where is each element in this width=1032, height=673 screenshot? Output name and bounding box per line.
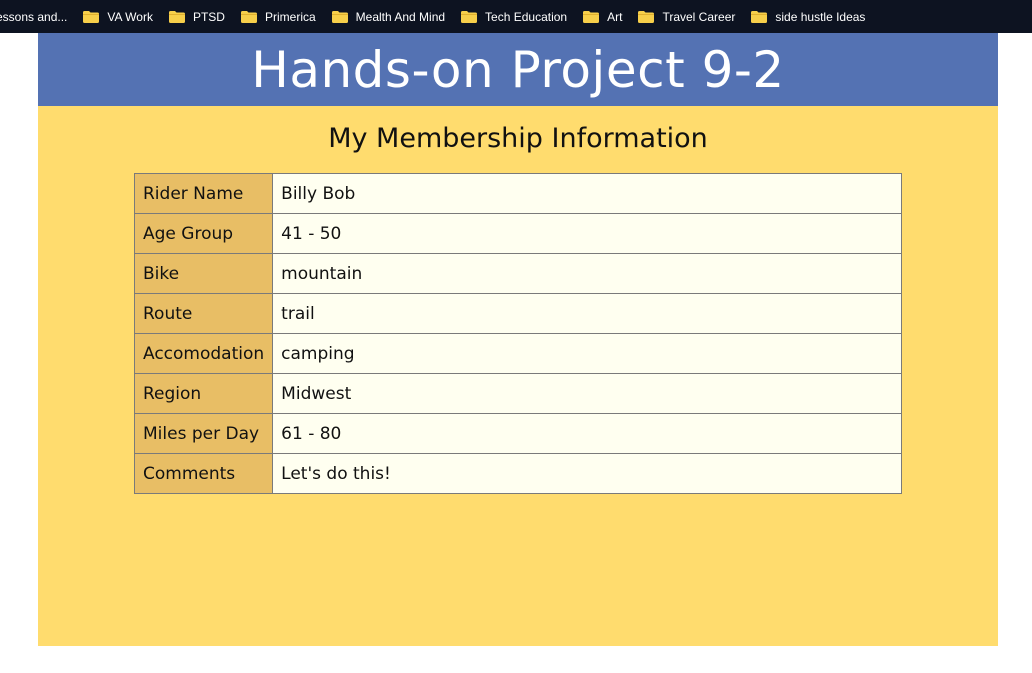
bookmark-folder-primerica[interactable]: Primerica <box>233 0 324 33</box>
table-row: Rider Name Billy Bob <box>133 173 902 214</box>
field-label: Route <box>133 293 274 334</box>
field-value: mountain <box>272 253 902 294</box>
bookmark-folder-tech-education[interactable]: Tech Education <box>453 0 575 33</box>
field-value: Billy Bob <box>272 173 902 214</box>
page-header: Hands-on Project 9-2 <box>38 33 998 106</box>
field-value: Let's do this! <box>272 453 902 494</box>
field-label: Age Group <box>133 213 274 254</box>
membership-table: Rider Name Billy Bob Age Group 41 - 50 B… <box>133 173 902 494</box>
page-title: Hands-on Project 9-2 <box>251 40 785 99</box>
folder-icon <box>461 10 478 23</box>
field-label: Accomodation <box>133 333 274 374</box>
bookmark-folder-lessons[interactable]: essons and... <box>0 0 75 33</box>
field-value: trail <box>272 293 902 334</box>
folder-icon <box>168 10 185 23</box>
bookmark-label: Primerica <box>264 9 316 24</box>
table-row: Comments Let's do this! <box>133 453 902 494</box>
bookmark-folder-side-hustle-ideas[interactable]: side hustle Ideas <box>743 0 873 33</box>
field-value: camping <box>272 333 902 374</box>
bookmark-folder-travel-career[interactable]: Travel Career <box>630 0 743 33</box>
field-label: Miles per Day <box>133 413 274 454</box>
bookmark-label: essons and... <box>0 9 68 24</box>
folder-icon <box>83 10 100 23</box>
field-label: Bike <box>133 253 274 294</box>
table-row: Route trail <box>133 293 902 334</box>
field-label: Rider Name <box>133 173 274 214</box>
page-container: Hands-on Project 9-2 My Membership Infor… <box>38 33 998 646</box>
bookmark-label: Mealth And Mind <box>355 9 446 24</box>
bookmark-label: Tech Education <box>485 9 568 24</box>
field-label: Comments <box>133 453 274 494</box>
table-row: Bike mountain <box>133 253 902 294</box>
bookmark-label: Travel Career <box>662 9 736 24</box>
table-row: Age Group 41 - 50 <box>133 213 902 254</box>
folder-icon <box>240 10 257 23</box>
bookmark-folder-mealth-and-mind[interactable]: Mealth And Mind <box>324 0 453 33</box>
bookmark-label: side hustle Ideas <box>775 9 866 24</box>
field-label: Region <box>133 373 274 414</box>
field-value: 61 - 80 <box>272 413 902 454</box>
folder-icon <box>331 10 348 23</box>
folder-icon <box>583 10 600 23</box>
field-value: 41 - 50 <box>272 213 902 254</box>
table-row: Region Midwest <box>133 373 902 414</box>
bookmark-label: Art <box>607 9 623 24</box>
bookmark-folder-art[interactable]: Art <box>575 0 630 33</box>
bookmark-folder-va-work[interactable]: VA Work <box>75 0 161 33</box>
bookmark-label: PTSD <box>192 9 225 24</box>
table-row: Miles per Day 61 - 80 <box>133 413 902 454</box>
table-row: Accomodation camping <box>133 333 902 374</box>
bookmark-label: VA Work <box>107 9 153 24</box>
folder-icon <box>751 10 768 23</box>
section-heading: My Membership Information <box>328 123 708 154</box>
bookmarks-bar: essons and... VA Work PTSD Primerica Mea… <box>0 0 1032 33</box>
bookmark-folder-ptsd[interactable]: PTSD <box>161 0 233 33</box>
folder-icon <box>638 10 655 23</box>
field-value: Midwest <box>272 373 902 414</box>
